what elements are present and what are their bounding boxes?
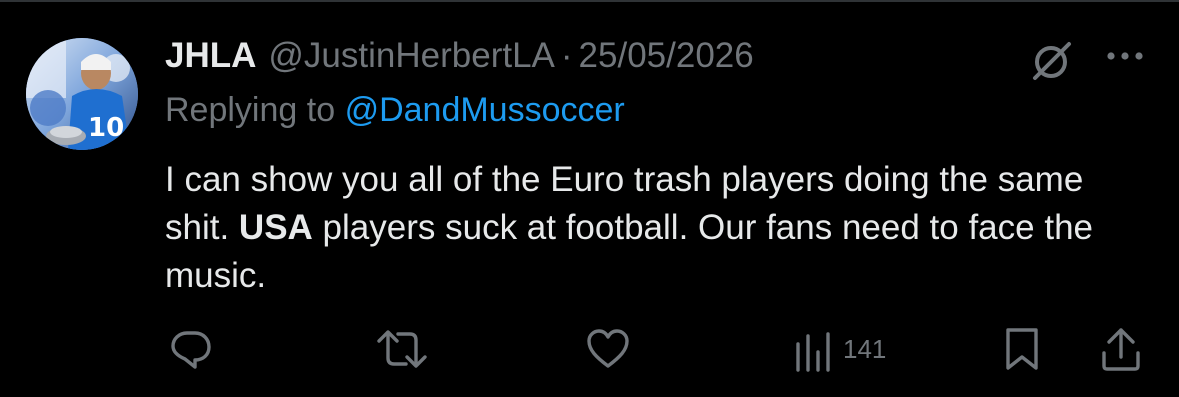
tweet-text: I can show you all of the Euro trash pla…: [165, 156, 1155, 300]
heart-icon: [587, 329, 629, 368]
top-divider: [0, 0, 1179, 2]
tweet-header: JHLA @JustinHerbertLA · 25/05/2026: [165, 34, 754, 78]
retweet-icon: [377, 330, 427, 368]
replying-to-label: Replying to: [165, 91, 336, 129]
views-count: 141: [843, 334, 887, 364]
reply-to-handle-link[interactable]: @DandMussoccer: [345, 91, 625, 129]
display-name[interactable]: JHLA: [165, 34, 256, 78]
replying-to: Replying to @DandMussoccer: [165, 88, 625, 132]
bookmark-icon: [1006, 328, 1038, 370]
svg-text:10: 10: [88, 113, 124, 143]
tweet-date[interactable]: 25/05/2026: [579, 34, 754, 78]
bookmark-button[interactable]: [1000, 322, 1044, 376]
reply-icon: [171, 331, 211, 369]
share-icon: [1102, 328, 1140, 371]
user-handle[interactable]: @JustinHerbertLA: [268, 34, 554, 78]
avatar-image: 10: [26, 38, 138, 150]
reply-button[interactable]: [168, 322, 214, 376]
share-button[interactable]: [1098, 322, 1144, 376]
more-options-icon[interactable]: [1100, 36, 1150, 76]
views-button[interactable]: 141: [793, 322, 886, 376]
separator-dot: ·: [560, 36, 573, 75]
avatar[interactable]: 10: [26, 38, 138, 150]
tweet-text-bold: USA: [238, 208, 313, 247]
views-bar-chart-icon: [796, 332, 830, 372]
like-button[interactable]: [584, 322, 632, 376]
retweet-button[interactable]: [376, 322, 428, 376]
grok-icon[interactable]: [1024, 36, 1078, 86]
